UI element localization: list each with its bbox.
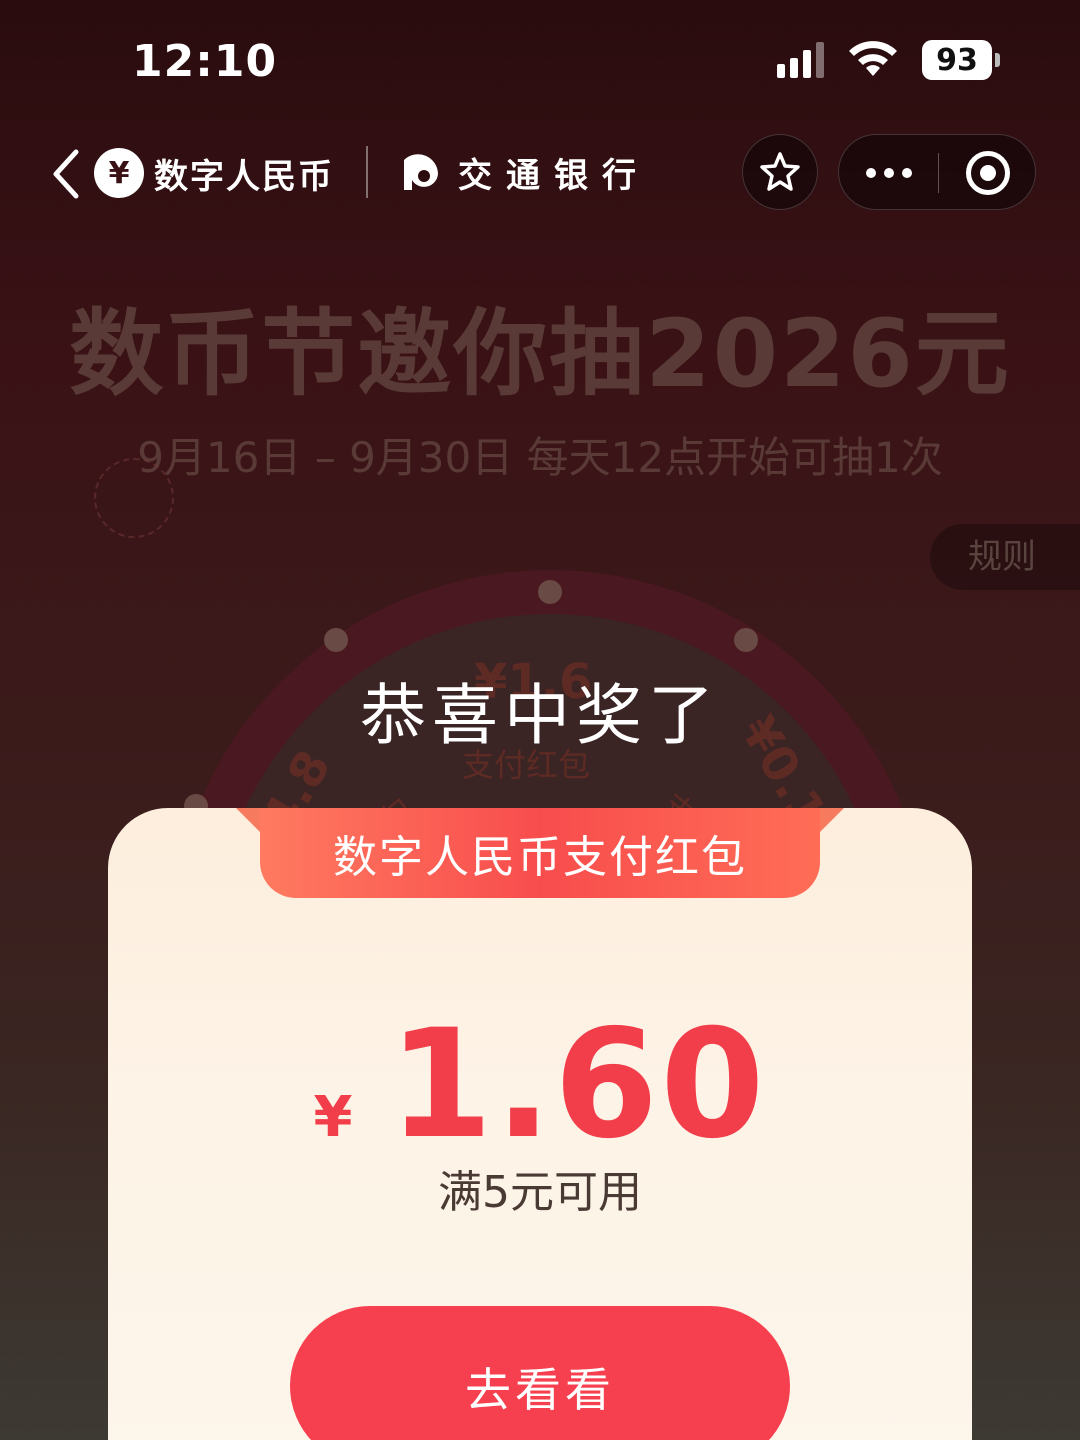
back-icon[interactable] [48,146,84,202]
nav-bar: ¥ 数字人民币 交通银行 [0,128,1080,218]
favorite-button[interactable] [742,134,818,210]
prize-amount: ¥ 1.60 [108,998,972,1172]
target-icon [966,151,1010,195]
close-mini-program-button[interactable] [939,135,1037,211]
status-time: 12:10 [132,36,278,87]
wheel-dot [538,580,562,604]
wheel-dot [324,628,348,652]
prize-card: 数字人民币支付红包 ¥ 1.60 满5元可用 去看看 [108,808,972,1440]
usage-condition: 满5元可用 [438,1167,642,1218]
wifi-icon [849,41,897,76]
go-see-button[interactable]: 去看看 [290,1306,790,1440]
prize-type-banner: 数字人民币支付红包 [260,808,820,898]
mini-program-capsule [838,134,1036,210]
bocom-logo-icon [404,153,438,190]
rules-button[interactable]: 规则 [930,524,1080,590]
dcep-logo-icon: ¥ [94,148,144,198]
win-heading: 恭喜中奖了 [360,677,720,754]
brand-bocom-text: 交通银行 [458,156,650,196]
more-icon[interactable] [839,135,939,211]
brand-dcep-text: 数字人民币 [154,156,334,197]
battery-icon: 93 [922,40,1000,80]
firework-decoration [94,458,174,538]
status-icons: 93 [777,40,1000,80]
go-see-button-label: 去看看 [465,1363,615,1417]
brand-dcep: ¥ 数字人民币 [94,148,334,198]
brand-bocom: 交通银行 [398,148,650,197]
amount-value: 1.60 [388,998,767,1172]
prize-type-label: 数字人民币支付红包 [333,832,747,883]
currency-symbol: ¥ [313,1085,353,1150]
battery-level: 93 [922,40,992,80]
promo-title: 数币节邀你抽2026元 [69,300,1011,409]
star-icon [760,152,800,191]
wheel-dot [734,628,758,652]
signal-icon [777,42,824,78]
battery-tip [995,53,1000,67]
brand-divider [366,146,368,198]
status-bar: 12:10 93 [0,0,1080,120]
